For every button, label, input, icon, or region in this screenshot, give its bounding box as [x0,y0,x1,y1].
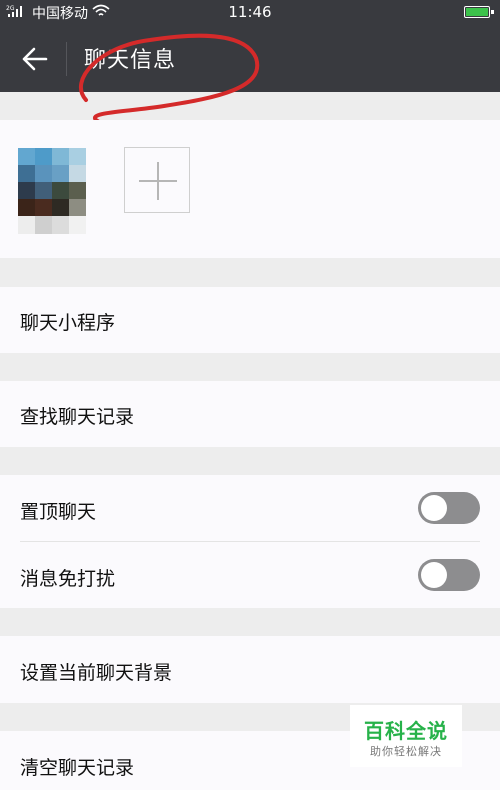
page-title: 聊天信息 [84,48,177,73]
row-label: 设置当前聊天背景 [20,662,173,684]
row-mini-programs[interactable]: 聊天小程序 [0,287,500,353]
watermark-title: 百科全说 [364,719,448,743]
status-bar: 2G 中国移动 11:46 [0,0,500,26]
watermark-subtitle: 助你轻松解决 [370,745,442,758]
add-member-button[interactable] [124,147,190,213]
toggle-group: 置顶聊天 消息免打扰 [0,475,500,608]
mute-notifications-toggle[interactable] [418,559,480,591]
row-search-history[interactable]: 查找聊天记录 [0,381,500,447]
row-label: 查找聊天记录 [20,406,135,428]
row-label: 消息免打扰 [20,568,116,590]
watermark: 百科全说 助你轻松解决 [350,705,462,767]
top-bar: 聊天信息 [0,26,500,92]
arrow-left-icon [22,47,48,71]
sticky-on-top-toggle[interactable] [418,492,480,524]
header-divider [66,42,67,76]
avatar[interactable] [18,148,86,234]
row-set-background[interactable]: 设置当前聊天背景 [0,636,500,703]
row-label: 清空聊天记录 [20,757,135,779]
battery-icon [464,6,494,18]
row-label: 聊天小程序 [20,312,116,334]
row-sticky-on-top[interactable]: 置顶聊天 [0,475,500,541]
row-label: 置顶聊天 [20,501,97,523]
status-time: 11:46 [228,3,272,21]
back-button[interactable] [18,44,52,74]
row-mute-notifications[interactable]: 消息免打扰 [0,542,500,608]
